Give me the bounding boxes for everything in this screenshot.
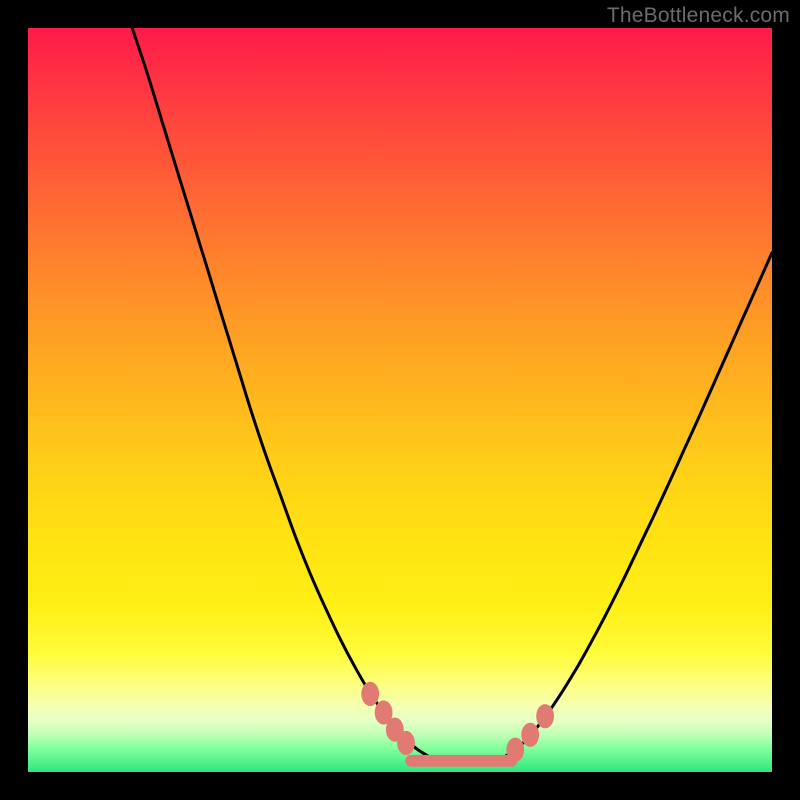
curve-marker	[506, 738, 524, 762]
right-curve	[504, 253, 772, 757]
curve-marker	[397, 731, 415, 755]
curve-marker	[521, 723, 539, 747]
watermark-label: TheBottleneck.com	[607, 4, 790, 28]
curve-marker	[361, 682, 379, 706]
plot-area	[28, 28, 772, 772]
marker-group	[361, 682, 554, 762]
curve-layer	[28, 28, 772, 772]
left-curve	[132, 28, 430, 757]
curve-marker	[536, 704, 554, 728]
chart-frame: TheBottleneck.com	[0, 0, 800, 800]
